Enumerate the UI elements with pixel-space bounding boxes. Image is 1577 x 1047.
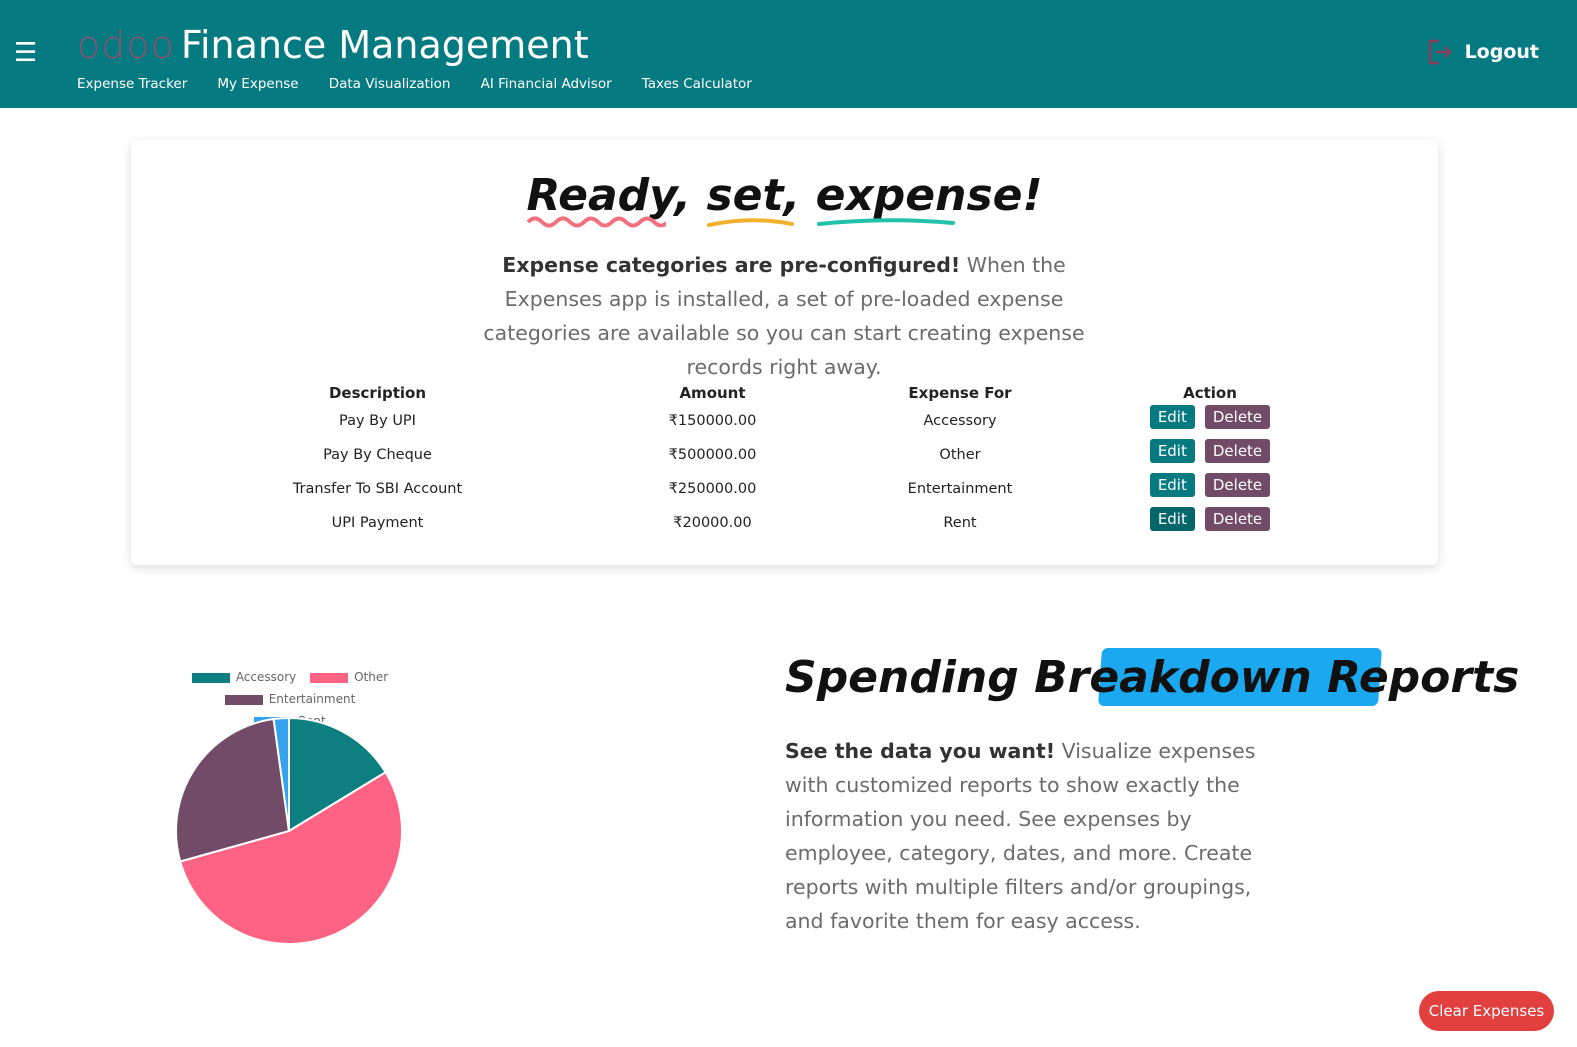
expense-pie-chart bbox=[175, 716, 403, 945]
delete-button[interactable]: Delete bbox=[1204, 473, 1271, 497]
nav-taxes-calculator[interactable]: Taxes Calculator bbox=[642, 76, 752, 92]
hero-word-ready: Ready, bbox=[526, 170, 691, 228]
nav-my-expense[interactable]: My Expense bbox=[217, 76, 298, 92]
cell-description: Transfer To SBI Account bbox=[292, 481, 463, 497]
hero-word-set: set, bbox=[706, 170, 800, 227]
cell-description: Pay By Cheque bbox=[323, 447, 432, 463]
report-description: See the data you want! Visualize expense… bbox=[785, 739, 1256, 933]
delete-button[interactable]: Delete bbox=[1204, 405, 1271, 429]
nav-ai-financial-advisor[interactable]: AI Financial Advisor bbox=[481, 76, 612, 92]
table-row: UPI Payment ₹20000.00 Rent Edit Delete bbox=[211, 506, 1381, 540]
logout-label: Logout bbox=[1464, 41, 1539, 63]
table-row: Pay By UPI ₹150000.00 Accessory Edit Dele… bbox=[211, 404, 1381, 438]
cell-amount: ₹20000.00 bbox=[673, 515, 752, 531]
cell-actions: Edit Delete bbox=[1039, 502, 1381, 536]
brand: odoo Finance Management bbox=[77, 22, 589, 68]
logout-button[interactable]: Logout bbox=[1427, 38, 1539, 66]
legend-swatch bbox=[310, 672, 349, 683]
curve-underline bbox=[816, 218, 955, 226]
edit-button[interactable]: Edit bbox=[1149, 473, 1195, 497]
squiggle-underline bbox=[527, 216, 667, 228]
col-description: Description bbox=[328, 384, 427, 402]
cell-amount: ₹250000.00 bbox=[668, 481, 757, 497]
cell-actions: Edit Delete bbox=[1039, 400, 1381, 434]
delete-button[interactable]: Delete bbox=[1204, 439, 1271, 463]
nav-data-visualization[interactable]: Data Visualization bbox=[329, 76, 451, 92]
cell-expense-for: Other bbox=[939, 447, 981, 463]
edit-button[interactable]: Edit bbox=[1149, 405, 1195, 429]
legend-swatch bbox=[191, 672, 230, 683]
edit-button[interactable]: Edit bbox=[1149, 439, 1195, 463]
col-amount: Amount bbox=[679, 384, 746, 402]
table-row: Transfer To SBI Account ₹250000.00 Enter… bbox=[211, 472, 1381, 506]
table-row: Pay By Cheque ₹500000.00 Other Edit Delet… bbox=[211, 438, 1381, 472]
cell-expense-for: Accessory bbox=[923, 413, 997, 429]
cell-amount: ₹500000.00 bbox=[668, 447, 757, 463]
report-title-highlight: Breakdown Reports bbox=[1034, 648, 1519, 706]
clear-expenses-button[interactable]: Clear Expenses bbox=[1419, 991, 1554, 1031]
report-title-plain: Spending bbox=[785, 652, 1035, 703]
cell-actions: Edit Delete bbox=[1039, 468, 1381, 502]
main-nav: Expense Tracker My Expense Data Visualiz… bbox=[77, 73, 777, 92]
expense-card: Ready, set, expense! Expense categories … bbox=[131, 140, 1438, 565]
legend-swatch bbox=[224, 694, 263, 705]
nav-expense-tracker[interactable]: Expense Tracker bbox=[77, 76, 187, 92]
cell-amount: ₹150000.00 bbox=[668, 413, 757, 429]
cell-expense-for: Entertainment bbox=[907, 481, 1013, 497]
cell-description: UPI Payment bbox=[331, 515, 424, 531]
hamburger-icon[interactable]: ☰ bbox=[14, 40, 40, 66]
cell-actions: Edit Delete bbox=[1039, 434, 1381, 468]
hero-title: Ready, set, expense! bbox=[131, 170, 1438, 228]
top-navbar: ☰ odoo Finance Management Expense Tracker… bbox=[0, 0, 1577, 108]
legend-item-accessory[interactable]: Accessory bbox=[191, 666, 296, 688]
report-title: Spending Breakdown Reports bbox=[785, 648, 1519, 706]
legend-item-entertainment[interactable]: Entertainment bbox=[224, 688, 355, 710]
col-expense-for: Expense For bbox=[908, 384, 1012, 402]
cell-expense-for: Rent bbox=[943, 515, 977, 531]
hero-description: Expense categories are pre-configured! W… bbox=[483, 253, 1085, 379]
curve-underline bbox=[707, 218, 795, 227]
edit-button[interactable]: Edit bbox=[1149, 507, 1195, 531]
delete-button[interactable]: Delete bbox=[1204, 507, 1271, 531]
hero-word-expense: expense! bbox=[816, 170, 1043, 226]
expense-table: Description Amount Expense For Action Pa… bbox=[211, 382, 1381, 540]
odoo-logo[interactable]: odoo bbox=[77, 23, 175, 67]
cell-description: Pay By UPI bbox=[339, 413, 416, 429]
app-title: Finance Management bbox=[180, 23, 589, 67]
legend-item-other[interactable]: Other bbox=[310, 666, 388, 688]
logout-icon bbox=[1428, 39, 1452, 65]
